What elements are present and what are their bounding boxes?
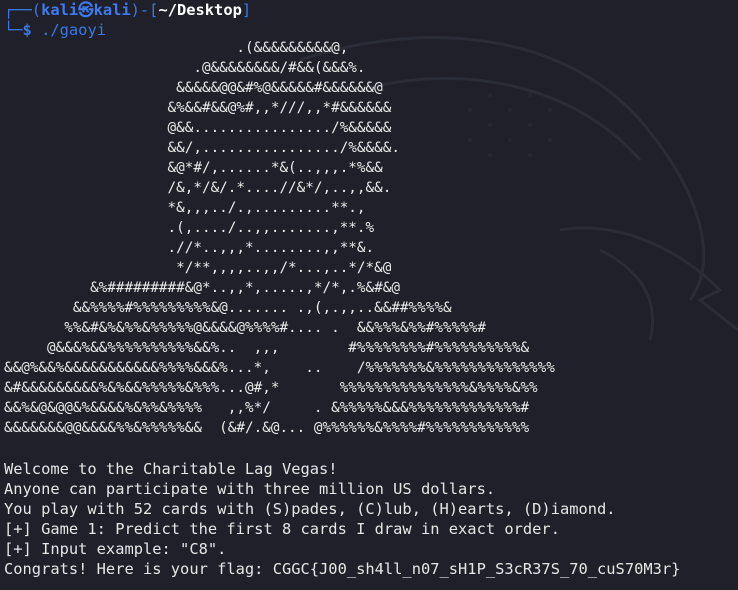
ascii-art-line: &&%%%%#%%%%%%%%%&@....... .,(,.,,..&&##%… <box>4 300 452 316</box>
ascii-art-line: %%&#&%&%%&%%%%%@&&&&@%%%%#.... . &&%%%&%… <box>4 320 487 336</box>
prompt-corner: └─ <box>4 21 23 39</box>
ascii-art-line: &&&&&@@&#%@&&&&&#&&&&&&@ <box>4 80 383 96</box>
prompt-cwd: ~/Desktop <box>158 1 242 19</box>
output-welcome-line: Welcome to the Charitable Lag Vegas! <box>4 460 338 478</box>
ascii-art-line: @&&................/%&&&&& <box>4 120 392 136</box>
ascii-art-line: .(&&&&&&&&&@, <box>4 40 349 56</box>
prompt-user: kali <box>41 1 79 19</box>
ascii-art-line: /&,*/&/.*....//&*/,..,,&&. <box>4 180 392 196</box>
ascii-art-line: &&@%&&%&&&&&&&&&&&%%%%&&&%...*, .. /%%%%… <box>4 360 555 376</box>
ascii-art-line: */**,,,,..,,/*...,..*/*&@ <box>4 260 392 276</box>
ascii-art-line: .@&&&&&&&&/#&&(&&&%. <box>4 60 366 76</box>
ascii-art-line: &@*#/,......*&(..,,,.*%&& <box>4 160 383 176</box>
output-flag-line: Congrats! Here is your flag: CGGC{J00_sh… <box>4 560 681 578</box>
terminal-window[interactable]: ┌──(kali㉿kali)-[~/Desktop] └─$ ./gaoyi .… <box>0 0 738 590</box>
output-example-line: [+] Input example: "C8". <box>4 540 227 558</box>
ascii-art-line: &%&&#&&@%#,,*///,,*#&&&&&& <box>4 100 392 116</box>
ascii-art-line: *&,,,../.,.........**., <box>4 200 366 216</box>
command-text: ./gaoyi <box>41 21 106 39</box>
prompt-bracket-open: ┌──( <box>4 1 42 19</box>
output-cards-line: You play with 52 cards with (S)pades, (C… <box>4 500 616 518</box>
ascii-art-line: .//*..,,,*........,,**&. <box>4 240 375 256</box>
prompt-separator: )-[ <box>130 1 159 19</box>
prompt-at-symbol: ㉿ <box>78 1 94 19</box>
ascii-art-line: &&&&&&&@@&&&&%%&%%%%%&& (&#/.&@... @%%%%… <box>4 420 530 436</box>
ascii-art-line: .(,..../..,,.......,**.% <box>4 220 375 236</box>
prompt-line: ┌──(kali㉿kali)-[~/Desktop] <box>4 0 251 20</box>
ascii-art-line: &&/,................/%&&&&. <box>4 140 400 156</box>
ascii-art-line: &&%&@&@@&%&&&&%&%%&%%%% ,,%*/ . &%%%%%&&… <box>4 400 530 416</box>
ascii-art-line: @&&&%&&%%%%%%%%%%&&%.. ,,, #%%%%%%%%#%%%… <box>4 340 530 356</box>
command-line: └─$ ./gaoyi <box>4 20 106 40</box>
prompt-bracket-close: ] <box>241 1 252 19</box>
prompt-dollar: $ <box>22 21 32 39</box>
output-game-line: [+] Game 1: Predict the first 8 cards I … <box>4 520 560 538</box>
prompt-host: kali <box>93 1 131 19</box>
ascii-art-line: &%#########&@*..,,*,.....,*/*,.%&#&@ <box>4 280 400 296</box>
output-rules-line: Anyone can participate with three millio… <box>4 480 496 498</box>
ascii-art-line: &#&&&&&&&&&%&%&&%%%%%&%%%...@#,* %%%%%%%… <box>4 380 538 396</box>
